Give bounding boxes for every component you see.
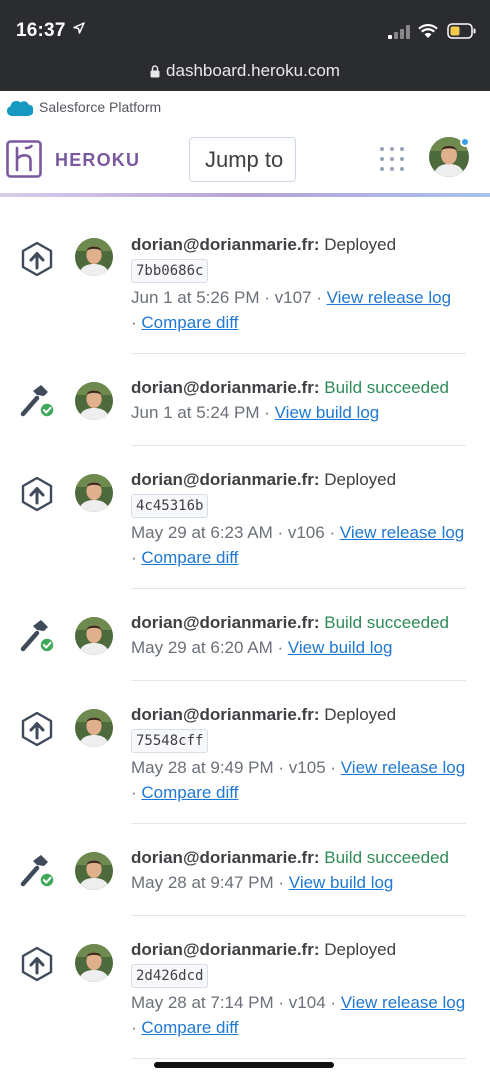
activity-separator: · (131, 783, 142, 802)
activity-meta: Jun 1 at 5:26 PM · v107 · (131, 288, 327, 307)
notification-dot (460, 137, 470, 147)
jump-to-search-input[interactable] (189, 137, 296, 182)
activity-content: dorian@dorianmarie.fr: Build succeeded M… (131, 610, 471, 660)
signal-icon (388, 25, 410, 39)
salesforce-platform-label: Salesforce Platform (39, 99, 162, 115)
activity-item-build: dorian@dorianmarie.fr: Build succeeded M… (0, 589, 490, 681)
activity-meta: May 28 at 9:47 PM · (131, 873, 289, 892)
activity-content: dorian@dorianmarie.fr: Deployed 7bb0686c… (131, 232, 471, 335)
activity-user: dorian@dorianmarie.fr: (131, 705, 320, 724)
item-divider (131, 1058, 466, 1059)
activity-user: dorian@dorianmarie.fr: (131, 470, 320, 489)
activity-item-deploy: dorian@dorianmarie.fr: Deployed 2d426dcd… (0, 916, 490, 1059)
activity-action: Build succeeded (324, 613, 449, 632)
heroku-header: HEROKU (0, 123, 490, 193)
activity-user: dorian@dorianmarie.fr: (131, 613, 320, 632)
activity-action: Deployed (324, 705, 397, 724)
compare-diff-link[interactable]: Compare diff (141, 783, 238, 802)
activity-item-build: dorian@dorianmarie.fr: Build succeeded J… (0, 354, 490, 446)
activity-meta: May 29 at 6:23 AM · v106 · (131, 523, 340, 542)
location-arrow-icon (73, 22, 85, 34)
salesforce-platform-bar: Salesforce Platform (0, 91, 490, 123)
activity-item-deploy: dorian@dorianmarie.fr: Deployed 75548cff… (0, 681, 490, 824)
view-release-log-link[interactable]: View release log (341, 758, 465, 777)
status-bar: 16:37 (0, 0, 490, 58)
activity-meta: May 29 at 6:20 AM · (131, 638, 288, 657)
activity-action: Build succeeded (324, 378, 449, 397)
activity-action: Deployed (324, 940, 397, 959)
activity-content: dorian@dorianmarie.fr: Build succeeded M… (131, 845, 471, 895)
compare-diff-link[interactable]: Compare diff (141, 1018, 238, 1037)
activity-item-build: dorian@dorianmarie.fr: Build succeeded M… (0, 824, 490, 916)
view-release-log-link[interactable]: View release log (327, 288, 451, 307)
avatar (75, 238, 113, 276)
compare-diff-link[interactable]: Compare diff (141, 313, 238, 332)
build-hammer-icon (20, 855, 55, 888)
header-divider (0, 193, 490, 197)
apps-menu-icon[interactable] (380, 147, 404, 171)
avatar (75, 474, 113, 512)
status-time: 16:37 (16, 20, 66, 41)
build-hammer-icon (20, 620, 55, 653)
view-build-log-link[interactable]: View build log (275, 403, 380, 422)
battery-icon (447, 23, 476, 39)
view-release-log-link[interactable]: View release log (340, 523, 464, 542)
activity-content: dorian@dorianmarie.fr: Deployed 2d426dcd… (131, 937, 471, 1040)
activity-separator: · (131, 548, 142, 567)
commit-hash[interactable]: 4c45316b (131, 494, 209, 518)
wifi-icon (418, 24, 438, 38)
activity-meta: May 28 at 7:14 PM · v104 · (131, 993, 341, 1012)
deploy-icon (21, 946, 53, 982)
heroku-brand-name[interactable]: HEROKU (55, 150, 140, 171)
lock-icon (150, 64, 160, 77)
heroku-logo-icon[interactable] (6, 140, 42, 178)
deploy-icon (21, 241, 53, 277)
activity-user: dorian@dorianmarie.fr: (131, 848, 320, 867)
activity-content: dorian@dorianmarie.fr: Build succeeded J… (131, 375, 471, 425)
view-release-log-link[interactable]: View release log (341, 993, 465, 1012)
commit-hash[interactable]: 75548cff (131, 729, 209, 753)
activity-separator: · (131, 1018, 142, 1037)
commit-hash[interactable]: 2d426dcd (131, 964, 209, 988)
home-indicator[interactable] (154, 1062, 334, 1068)
activity-user: dorian@dorianmarie.fr: (131, 378, 320, 397)
activity-user: dorian@dorianmarie.fr: (131, 940, 320, 959)
activity-item-deploy: dorian@dorianmarie.fr: Deployed 7bb0686c… (0, 208, 490, 354)
deploy-icon (21, 711, 53, 747)
commit-hash[interactable]: 7bb0686c (131, 259, 209, 283)
view-build-log-link[interactable]: View build log (289, 873, 394, 892)
activity-content: dorian@dorianmarie.fr: Deployed 75548cff… (131, 702, 471, 805)
activity-action: Deployed (324, 470, 397, 489)
activity-item-deploy: dorian@dorianmarie.fr: Deployed 4c45316b… (0, 446, 490, 589)
view-build-log-link[interactable]: View build log (288, 638, 393, 657)
avatar (75, 382, 113, 420)
activity-separator: · (131, 313, 142, 332)
activity-action: Build succeeded (324, 848, 449, 867)
activity-meta: May 28 at 9:49 PM · v105 · (131, 758, 341, 777)
compare-diff-link[interactable]: Compare diff (141, 548, 238, 567)
address-bar[interactable]: dashboard.heroku.com (0, 58, 490, 91)
activity-feed: dorian@dorianmarie.fr: Deployed 7bb0686c… (0, 208, 490, 1059)
deploy-icon (21, 476, 53, 512)
salesforce-cloud-icon (6, 100, 33, 116)
build-hammer-icon (20, 385, 55, 418)
avatar (75, 709, 113, 747)
url-text[interactable]: dashboard.heroku.com (166, 61, 340, 81)
avatar (75, 852, 113, 890)
activity-user: dorian@dorianmarie.fr: (131, 235, 320, 254)
activity-meta: Jun 1 at 5:24 PM · (131, 403, 275, 422)
activity-action: Deployed (324, 235, 397, 254)
activity-content: dorian@dorianmarie.fr: Deployed 4c45316b… (131, 467, 471, 570)
avatar (75, 944, 113, 982)
avatar (75, 617, 113, 655)
